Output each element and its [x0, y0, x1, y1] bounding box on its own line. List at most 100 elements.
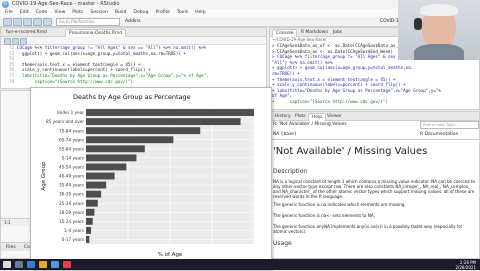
- menu-profile[interactable]: Profile: [156, 9, 170, 17]
- y-axis-label: Age Group: [41, 161, 47, 191]
- y-tick-label: 15-24 years: [59, 219, 84, 224]
- help-usage-title: Usage: [273, 240, 292, 247]
- code-line[interactable]: 73 ggplot() + geom_col(aes(x=age_group,y…: [1, 51, 186, 57]
- folder-icon[interactable]: [39, 261, 47, 268]
- help-para-1: NA is a logical constant of length 1 whi…: [273, 179, 476, 200]
- y-tick-label: 18-29 years: [59, 210, 84, 215]
- app-icon[interactable]: [63, 261, 71, 268]
- tab-console[interactable]: Console: [272, 29, 298, 37]
- help-search-input[interactable]: Refine Help Topic: [420, 121, 479, 129]
- y-tick-label: 30-39 years: [59, 192, 84, 197]
- menu-plots[interactable]: Plots: [72, 9, 83, 17]
- menu-debug[interactable]: Debug: [133, 9, 148, 17]
- save-icon[interactable]: [23, 18, 32, 26]
- headset-icon: [414, 18, 422, 30]
- window-title: COVID-19-Age-Sex-Race - master - RStudio: [12, 1, 120, 7]
- console-line: + caption="(Source http://www.cdc.gov/)"…: [272, 99, 388, 104]
- menu-session[interactable]: Session: [90, 9, 108, 17]
- editor-pane: fun-e-rscored.Rmd Pneumonia-Deaths.Rmd 7…: [0, 27, 267, 89]
- search-icon[interactable]: [15, 261, 23, 268]
- tab-files[interactable]: Files: [3, 244, 19, 251]
- help-doc-label: R Documentation: [420, 132, 459, 137]
- goto-file-input[interactable]: Go to file/function: [56, 18, 120, 26]
- editor-tab-2[interactable]: Pneumonia-Deaths.Rmd: [65, 29, 127, 37]
- editor-toolbar: [1, 37, 266, 45]
- bar: [86, 109, 254, 116]
- bar: [86, 136, 174, 144]
- y-tick-label: 35-44 years: [59, 183, 84, 188]
- help-heading: 'Not Available' / Missing Values: [273, 146, 428, 157]
- open-project-icon[interactable]: [13, 18, 22, 26]
- chart-svg: Deaths by Age Group as Percentage Under 1…: [41, 93, 262, 267]
- bar: [86, 127, 201, 135]
- presenter-hair: [420, 4, 458, 16]
- save-all-icon[interactable]: [33, 18, 42, 26]
- help-topic: R: 'Not Available' / Missing Values: [273, 122, 347, 127]
- rstudio-taskbar-icon[interactable]: [51, 261, 59, 268]
- editor-save-icon[interactable]: [12, 38, 19, 45]
- taskbar-clock: 2:28 PM 2/28/2021: [440, 260, 476, 270]
- y-tick-label: 25-34 years: [59, 201, 84, 206]
- plot-zoom-window[interactable]: Deaths by Age Group as Percentage Under 1…: [30, 87, 272, 270]
- code-line[interactable]: 78 caption="(Source http://www.cdc.gov/)…: [1, 79, 133, 85]
- y-tick-label: 1-4 years: [64, 228, 84, 233]
- x-axis-label: % of Age: [158, 252, 183, 258]
- tab-help-plots[interactable]: Plots: [292, 113, 309, 120]
- browser-icon[interactable]: [27, 261, 35, 268]
- cursor-position: 1:1: [4, 220, 11, 225]
- print-icon[interactable]: [43, 18, 52, 26]
- bar: [86, 145, 145, 153]
- y-tick-label: 5-14 years: [62, 155, 84, 160]
- y-tick-label: 65-74 years: [59, 137, 84, 142]
- presenter-shirt: [414, 44, 464, 60]
- bar: [86, 154, 137, 162]
- bar: [86, 226, 92, 234]
- y-tick-label: 55-64 years: [59, 146, 84, 151]
- tab-history[interactable]: History: [272, 113, 294, 120]
- bar: [86, 163, 127, 171]
- help-para-2: The generic function is.na indicates whi…: [273, 202, 406, 207]
- editor-tab-strip: fun-e-rscored.Rmd Pneumonia-Deaths.Rmd: [1, 28, 266, 37]
- help-para-4: The generic function anyNA implements an…: [273, 224, 463, 235]
- help-para-3: The generic function is.na<- sets elemen…: [273, 213, 375, 218]
- menu-view[interactable]: View: [54, 9, 65, 17]
- tab-viewer[interactable]: Viewer: [324, 113, 345, 120]
- bar: [86, 181, 107, 189]
- y-tick-label: 75-84 years: [59, 128, 84, 133]
- y-tick-label: 0-17 years: [62, 237, 84, 242]
- y-tick-label: 45-54 years: [59, 165, 84, 170]
- bar: [86, 217, 93, 225]
- help-pane: History Plots Help Viewer R: 'Not Availa…: [269, 111, 480, 259]
- tab-jobs[interactable]: Jobs: [330, 29, 345, 36]
- bar: [86, 118, 241, 126]
- menu-edit[interactable]: Edit: [20, 9, 29, 17]
- console-path: ~/COVID-19-Age-Sex-Race/: [272, 37, 327, 42]
- menu-tools[interactable]: Tools: [177, 9, 188, 17]
- y-tick-label: 85 years and over: [46, 119, 84, 124]
- help-description-title: Description: [273, 168, 308, 175]
- bar: [86, 236, 90, 243]
- tab-r-markdown[interactable]: R Markdown: [298, 29, 331, 36]
- console-line: + labs(title="Deaths by Age Group as Per…: [272, 87, 441, 93]
- help-na-label: NA {base}: [273, 132, 297, 137]
- menu-code[interactable]: Code: [36, 9, 48, 17]
- new-file-icon[interactable]: [3, 18, 12, 26]
- menu-build[interactable]: Build: [115, 9, 127, 17]
- rstudio-logo-icon: R: [2, 1, 9, 8]
- y-tick-label: 40-49 years: [59, 174, 84, 179]
- bar: [86, 190, 102, 198]
- editor-tab-1[interactable]: fun-e-rscored.Rmd: [3, 29, 50, 36]
- y-tick-label: Under 1 year: [57, 110, 85, 115]
- taskbar-date: 2/28/2021: [455, 264, 476, 270]
- bar: [86, 172, 115, 180]
- menu-help[interactable]: Help: [195, 9, 205, 17]
- help-divider: [270, 139, 479, 140]
- addins-menu[interactable]: Addins: [125, 18, 140, 25]
- bar: [86, 208, 95, 216]
- menu-file[interactable]: File: [5, 9, 13, 17]
- bar: [86, 199, 98, 207]
- chart-title: Deaths by Age Group as Percentage: [73, 93, 191, 101]
- start-icon[interactable]: [3, 261, 11, 268]
- knit-icon[interactable]: [20, 38, 27, 45]
- editor-back-icon[interactable]: [4, 38, 11, 45]
